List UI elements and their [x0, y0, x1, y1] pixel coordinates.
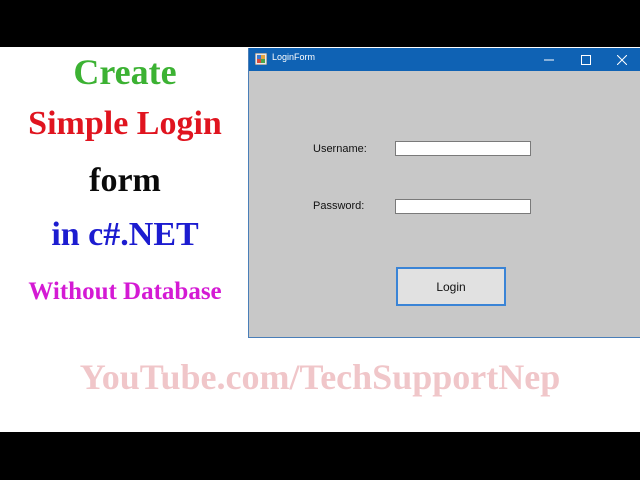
- close-icon: [617, 55, 627, 65]
- minimize-icon: [544, 59, 554, 61]
- close-button[interactable]: [603, 48, 640, 71]
- promo-title-simple-login: Simple Login: [28, 105, 222, 142]
- login-button[interactable]: Login: [396, 267, 506, 306]
- login-form-window: LoginForm Username: Password: Login: [248, 48, 640, 338]
- password-label: Password:: [313, 200, 365, 212]
- promo-title-csharp-net: in c#.NET: [51, 216, 199, 253]
- minimize-button[interactable]: [530, 48, 568, 71]
- channel-watermark: YouTube.com/TechSupportNep: [79, 357, 561, 397]
- winforms-app-icon: [255, 53, 267, 65]
- maximize-button[interactable]: [567, 48, 605, 71]
- thumbnail-content: Create Simple Login form in c#.NET Witho…: [0, 47, 640, 432]
- video-thumbnail: Create Simple Login form in c#.NET Witho…: [0, 0, 640, 480]
- password-input[interactable]: [395, 199, 531, 214]
- promo-title-create: Create: [73, 52, 177, 92]
- window-title: LoginForm: [272, 52, 316, 62]
- window-titlebar[interactable]: LoginForm: [249, 48, 640, 71]
- username-input[interactable]: [395, 141, 531, 156]
- maximize-icon: [581, 55, 591, 65]
- promo-title-without-database: Without Database: [28, 278, 222, 305]
- promo-title-form: form: [89, 162, 161, 199]
- username-label: Username:: [313, 143, 367, 155]
